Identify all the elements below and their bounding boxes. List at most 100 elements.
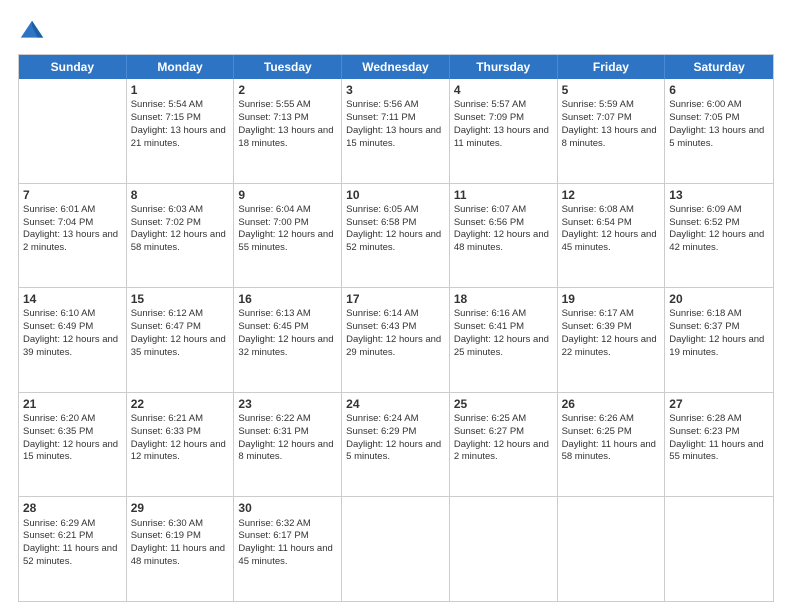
sunrise-text: Sunrise: 6:00 AM [669, 99, 741, 110]
day-number: 30 [238, 500, 337, 516]
calendar-cell [19, 79, 127, 183]
day-number: 17 [346, 291, 445, 307]
calendar-row-5: 28Sunrise: 6:29 AMSunset: 6:21 PMDayligh… [19, 497, 773, 601]
header-day-friday: Friday [558, 55, 666, 79]
calendar-cell: 27Sunrise: 6:28 AMSunset: 6:23 PMDayligh… [665, 393, 773, 497]
calendar-cell: 30Sunrise: 6:32 AMSunset: 6:17 PMDayligh… [234, 497, 342, 601]
calendar-cell: 4Sunrise: 5:57 AMSunset: 7:09 PMDaylight… [450, 79, 558, 183]
sunset-text: Sunset: 7:07 PM [562, 112, 632, 123]
calendar-cell: 2Sunrise: 5:55 AMSunset: 7:13 PMDaylight… [234, 79, 342, 183]
calendar-cell [450, 497, 558, 601]
sunset-text: Sunset: 7:04 PM [23, 217, 93, 228]
sunrise-text: Sunrise: 6:04 AM [238, 204, 310, 215]
calendar-cell: 16Sunrise: 6:13 AMSunset: 6:45 PMDayligh… [234, 288, 342, 392]
calendar-cell: 12Sunrise: 6:08 AM Sunset: 6:54 PMDayligh… [558, 184, 666, 288]
daylight-text: Daylight: 13 hours and 21 minutes. [131, 125, 226, 149]
day-number: 26 [562, 396, 661, 412]
calendar-row-1: 1Sunrise: 5:54 AMSunset: 7:15 PMDaylight… [19, 79, 773, 184]
day-number: 6 [669, 82, 769, 98]
calendar-cell [558, 497, 666, 601]
daylight-text: Daylight: 13 hours and 15 minutes. [346, 125, 441, 149]
daylight-text: Daylight: 11 hours and 52 minutes. [23, 543, 117, 567]
sunrise-text: Sunrise: 5:57 AM [454, 99, 526, 110]
sunrise-text: Sunrise: 6:03 AM [131, 204, 203, 215]
calendar-cell [665, 497, 773, 601]
calendar-cell: 25Sunrise: 6:25 AMSunset: 6:27 PMDayligh… [450, 393, 558, 497]
sunrise-text: Sunrise: 6:08 AM [562, 204, 634, 215]
calendar-cell: 3Sunrise: 5:56 AMSunset: 7:11 PMDaylight… [342, 79, 450, 183]
sunrise-text: Sunrise: 6:17 AM [562, 308, 634, 319]
sunset-text: Sunset: 6:56 PM [454, 217, 524, 228]
calendar-cell: 18Sunrise: 6:16 AMSunset: 6:41 PMDayligh… [450, 288, 558, 392]
daylight-text: Daylight: 12 hours and 2 minutes. [454, 439, 549, 463]
sunset-text: Sunset: 6:37 PM [669, 321, 739, 332]
daylight-text: Daylight: 13 hours and 2 minutes. [23, 229, 118, 253]
sunrise-text: Sunrise: 6:13 AM [238, 308, 310, 319]
daylight-text: Daylight: 12 hours and 5 minutes. [346, 439, 441, 463]
day-number: 21 [23, 396, 122, 412]
daylight-text: Daylight: 12 hours and 39 minutes. [23, 334, 118, 358]
calendar-cell: 24Sunrise: 6:24 AMSunset: 6:29 PMDayligh… [342, 393, 450, 497]
sunrise-text: Sunrise: 6:16 AM [454, 308, 526, 319]
daylight-text: Daylight: 12 hours and 29 minutes. [346, 334, 441, 358]
sunset-text: Sunset: 6:31 PM [238, 426, 308, 437]
sunset-text: Sunset: 6:39 PM [562, 321, 632, 332]
day-number: 3 [346, 82, 445, 98]
sunset-text: Sunset: 7:05 PM [669, 112, 739, 123]
daylight-text: Daylight: 11 hours and 48 minutes. [131, 543, 225, 567]
sunset-text: Sunset: 6:49 PM [23, 321, 93, 332]
sunrise-text: Sunrise: 6:14 AM [346, 308, 418, 319]
sunrise-text: Sunrise: 6:18 AM [669, 308, 741, 319]
day-number: 7 [23, 187, 122, 203]
daylight-text: Daylight: 12 hours and 19 minutes. [669, 334, 764, 358]
logo-icon [18, 18, 46, 46]
day-number: 15 [131, 291, 230, 307]
sunrise-text: Sunrise: 6:07 AM [454, 204, 526, 215]
sunrise-text: Sunrise: 6:12 AM [131, 308, 203, 319]
calendar-cell: 21Sunrise: 6:20 AMSunset: 6:35 PMDayligh… [19, 393, 127, 497]
day-number: 12 [562, 187, 661, 203]
daylight-text: Daylight: 12 hours and 58 minutes. [131, 229, 226, 253]
calendar-cell: 7Sunrise: 6:01 AMSunset: 7:04 PMDaylight… [19, 184, 127, 288]
day-number: 28 [23, 500, 122, 516]
day-number: 29 [131, 500, 230, 516]
sunset-text: Sunset: 6:54 PM [562, 217, 632, 228]
day-number: 25 [454, 396, 553, 412]
daylight-text: Daylight: 12 hours and 12 minutes. [131, 439, 226, 463]
header-day-wednesday: Wednesday [342, 55, 450, 79]
daylight-text: Daylight: 11 hours and 45 minutes. [238, 543, 332, 567]
day-number: 9 [238, 187, 337, 203]
calendar-cell [342, 497, 450, 601]
sunset-text: Sunset: 6:35 PM [23, 426, 93, 437]
sunset-text: Sunset: 6:41 PM [454, 321, 524, 332]
calendar-cell: 23Sunrise: 6:22 AMSunset: 6:31 PMDayligh… [234, 393, 342, 497]
header-day-thursday: Thursday [450, 55, 558, 79]
calendar-cell: 26Sunrise: 6:26 AMSunset: 6:25 PMDayligh… [558, 393, 666, 497]
calendar-body: 1Sunrise: 5:54 AMSunset: 7:15 PMDaylight… [19, 79, 773, 601]
sunrise-text: Sunrise: 5:54 AM [131, 99, 203, 110]
sunrise-text: Sunrise: 6:26 AM [562, 413, 634, 424]
daylight-text: Daylight: 12 hours and 32 minutes. [238, 334, 333, 358]
daylight-text: Daylight: 12 hours and 45 minutes. [562, 229, 657, 253]
calendar-row-3: 14Sunrise: 6:10 AMSunset: 6:49 PMDayligh… [19, 288, 773, 393]
day-number: 16 [238, 291, 337, 307]
daylight-text: Daylight: 12 hours and 55 minutes. [238, 229, 333, 253]
daylight-text: Daylight: 11 hours and 55 minutes. [669, 439, 763, 463]
header-day-sunday: Sunday [19, 55, 127, 79]
day-number: 23 [238, 396, 337, 412]
sunrise-text: Sunrise: 6:29 AM [23, 518, 95, 529]
sunset-text: Sunset: 7:09 PM [454, 112, 524, 123]
sunrise-text: Sunrise: 6:10 AM [23, 308, 95, 319]
sunrise-text: Sunrise: 6:20 AM [23, 413, 95, 424]
logo [18, 18, 50, 46]
calendar-cell: 14Sunrise: 6:10 AMSunset: 6:49 PMDayligh… [19, 288, 127, 392]
sunrise-text: Sunrise: 6:28 AM [669, 413, 741, 424]
daylight-text: Daylight: 12 hours and 35 minutes. [131, 334, 226, 358]
daylight-text: Daylight: 11 hours and 58 minutes. [562, 439, 656, 463]
day-number: 18 [454, 291, 553, 307]
calendar-cell: 29Sunrise: 6:30 AMSunset: 6:19 PMDayligh… [127, 497, 235, 601]
daylight-text: Daylight: 12 hours and 52 minutes. [346, 229, 441, 253]
day-number: 10 [346, 187, 445, 203]
page: SundayMondayTuesdayWednesdayThursdayFrid… [0, 0, 792, 612]
day-number: 20 [669, 291, 769, 307]
